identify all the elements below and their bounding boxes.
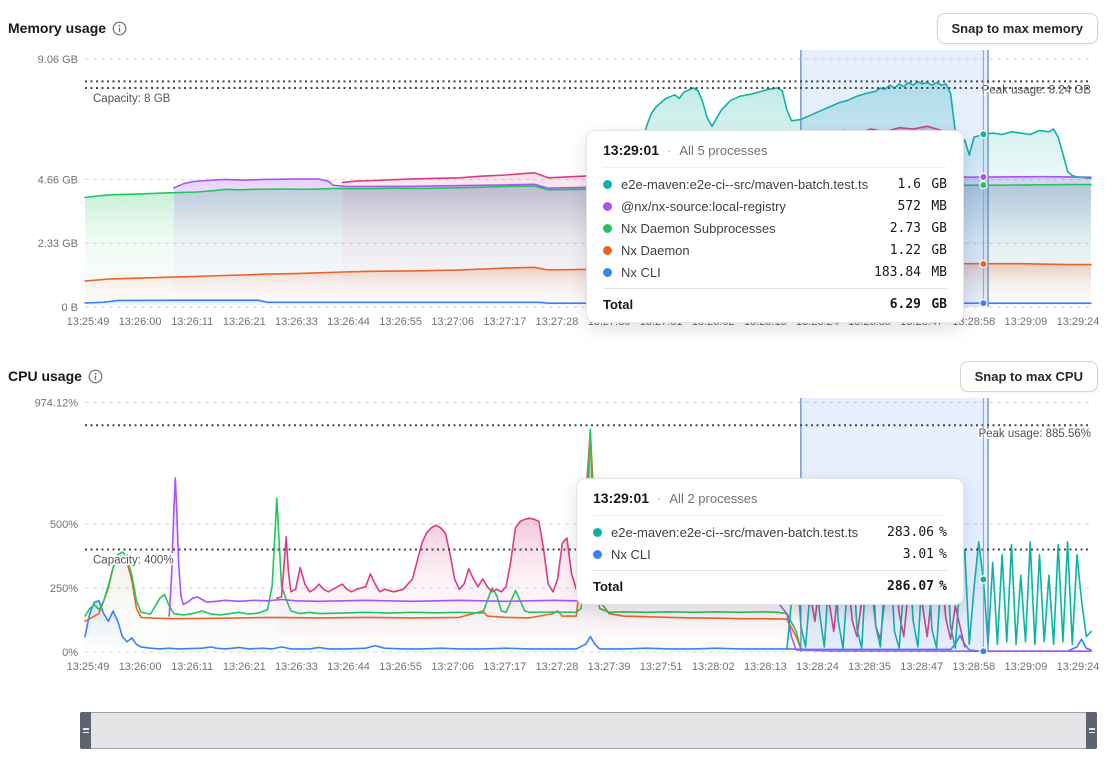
tooltip-row: Nx Daemon 1.22GB bbox=[603, 239, 947, 261]
tooltip-row: @nx/nx-source:local-registry 572MB bbox=[603, 195, 947, 217]
svg-text:13:27:39: 13:27:39 bbox=[588, 661, 631, 673]
svg-text:13:27:17: 13:27:17 bbox=[483, 316, 526, 328]
info-icon[interactable] bbox=[112, 21, 127, 36]
profiler-page: Memory usage Snap to max memory 9.06 GB 4… bbox=[0, 0, 1118, 761]
svg-text:13:26:11: 13:26:11 bbox=[171, 316, 213, 328]
tooltip-row: Nx Daemon Subprocesses 2.73GB bbox=[603, 217, 947, 239]
cpu-tooltip: 13:29:01 · All 2 processes e2e-maven:e2e… bbox=[576, 478, 964, 605]
svg-text:13:25:49: 13:25:49 bbox=[67, 316, 110, 328]
svg-text:13:28:58: 13:28:58 bbox=[952, 661, 995, 673]
svg-text:Capacity: 400%: Capacity: 400% bbox=[93, 555, 174, 567]
svg-text:13:27:28: 13:27:28 bbox=[536, 316, 579, 328]
series-color-dot bbox=[603, 246, 612, 255]
cpu-section-header: CPU usage Snap to max CPU bbox=[8, 358, 1098, 394]
process-name: Nx CLI bbox=[611, 547, 894, 562]
svg-text:13:26:21: 13:26:21 bbox=[223, 661, 266, 673]
process-value: 283.06% bbox=[887, 525, 947, 540]
series-color-dot bbox=[603, 268, 612, 277]
series-color-dot bbox=[593, 550, 602, 559]
svg-text:13:26:33: 13:26:33 bbox=[275, 316, 318, 328]
svg-text:13:26:33: 13:26:33 bbox=[275, 661, 318, 673]
tooltip-process-count: All 2 processes bbox=[669, 491, 757, 506]
svg-text:13:26:11: 13:26:11 bbox=[171, 661, 213, 673]
svg-text:13:27:28: 13:27:28 bbox=[536, 661, 579, 673]
svg-text:4.66 GB: 4.66 GB bbox=[38, 174, 78, 186]
svg-text:13:26:44: 13:26:44 bbox=[327, 316, 370, 328]
svg-text:13:29:09: 13:29:09 bbox=[1004, 661, 1047, 673]
svg-text:250%: 250% bbox=[50, 583, 78, 595]
svg-text:13:28:47: 13:28:47 bbox=[900, 661, 943, 673]
series-color-dot bbox=[603, 180, 612, 189]
tooltip-process-count: All 5 processes bbox=[679, 143, 767, 158]
svg-text:13:28:02: 13:28:02 bbox=[692, 661, 735, 673]
snap-to-max-cpu-button[interactable]: Snap to max CPU bbox=[960, 361, 1098, 392]
memory-section-header: Memory usage Snap to max memory bbox=[8, 10, 1098, 46]
memory-tooltip: 13:29:01 · All 5 processes e2e-maven:e2e… bbox=[586, 130, 964, 323]
svg-text:13:29:24: 13:29:24 bbox=[1057, 661, 1100, 673]
tooltip-row: Nx CLI 183.84MB bbox=[603, 261, 947, 283]
process-value: 572MB bbox=[898, 199, 947, 214]
tooltip-row: e2e-maven:e2e-ci--src/maven-batch.test.t… bbox=[603, 173, 947, 195]
svg-text:2.33 GB: 2.33 GB bbox=[38, 238, 78, 250]
svg-text:13:27:51: 13:27:51 bbox=[640, 661, 683, 673]
tooltip-row: e2e-maven:e2e-ci--src/maven-batch.test.t… bbox=[593, 521, 947, 543]
svg-text:13:27:06: 13:27:06 bbox=[431, 661, 474, 673]
svg-text:Capacity: 8 GB: Capacity: 8 GB bbox=[93, 93, 171, 105]
process-value: 1.22GB bbox=[890, 243, 947, 258]
process-name: e2e-maven:e2e-ci--src/maven-batch.test.t… bbox=[611, 525, 878, 540]
memory-usage-title: Memory usage bbox=[8, 20, 106, 36]
svg-text:974.12%: 974.12% bbox=[35, 398, 79, 410]
svg-text:13:25:49: 13:25:49 bbox=[67, 661, 110, 673]
svg-text:13:27:06: 13:27:06 bbox=[431, 316, 474, 328]
process-value: 1.6GB bbox=[898, 177, 947, 192]
svg-text:13:28:35: 13:28:35 bbox=[848, 661, 891, 673]
tooltip-header: 13:29:01 · All 5 processes bbox=[603, 131, 947, 168]
process-value: 3.01% bbox=[903, 547, 947, 562]
process-name: Nx CLI bbox=[621, 265, 865, 280]
svg-text:500%: 500% bbox=[50, 519, 78, 531]
svg-text:9.06 GB: 9.06 GB bbox=[38, 54, 78, 66]
brush-handle-left[interactable] bbox=[80, 712, 91, 749]
process-name: @nx/nx-source:local-registry bbox=[621, 199, 889, 214]
svg-text:Peak usage: 8.24 GB: Peak usage: 8.24 GB bbox=[982, 84, 1092, 96]
process-name: e2e-maven:e2e-ci--src/maven-batch.test.t… bbox=[621, 177, 889, 192]
tooltip-row: Nx CLI 3.01% bbox=[593, 543, 947, 565]
svg-text:0 B: 0 B bbox=[61, 302, 78, 314]
svg-text:Peak usage: 885.56%: Peak usage: 885.56% bbox=[978, 428, 1091, 440]
tooltip-rows: e2e-maven:e2e-ci--src/maven-batch.test.t… bbox=[603, 168, 947, 285]
process-name: Nx Daemon Subprocesses bbox=[621, 221, 881, 236]
svg-text:13:28:24: 13:28:24 bbox=[796, 661, 839, 673]
tooltip-total-row: Total 286.07% bbox=[593, 570, 947, 604]
snap-to-max-memory-button[interactable]: Snap to max memory bbox=[937, 13, 1099, 44]
process-value: 183.84MB bbox=[874, 265, 947, 280]
timeline-brush[interactable] bbox=[80, 712, 1097, 749]
svg-text:13:28:13: 13:28:13 bbox=[744, 661, 787, 673]
series-color-dot bbox=[593, 528, 602, 537]
tooltip-time: 13:29:01 bbox=[593, 490, 649, 506]
svg-text:13:26:21: 13:26:21 bbox=[223, 316, 266, 328]
process-name: Nx Daemon bbox=[621, 243, 881, 258]
svg-text:13:27:17: 13:27:17 bbox=[483, 661, 526, 673]
svg-text:13:26:44: 13:26:44 bbox=[327, 661, 370, 673]
svg-text:13:26:00: 13:26:00 bbox=[119, 316, 162, 328]
svg-text:13:26:55: 13:26:55 bbox=[379, 661, 422, 673]
series-color-dot bbox=[603, 224, 612, 233]
process-value: 2.73GB bbox=[890, 221, 947, 236]
svg-text:0%: 0% bbox=[62, 647, 78, 659]
tooltip-time: 13:29:01 bbox=[603, 142, 659, 158]
svg-text:13:26:55: 13:26:55 bbox=[379, 316, 422, 328]
svg-text:13:29:09: 13:29:09 bbox=[1004, 316, 1047, 328]
series-color-dot bbox=[603, 202, 612, 211]
tooltip-total-row: Total 6.29GB bbox=[603, 288, 947, 322]
tooltip-rows: e2e-maven:e2e-ci--src/maven-batch.test.t… bbox=[593, 516, 947, 567]
info-icon[interactable] bbox=[88, 369, 103, 384]
tooltip-header: 13:29:01 · All 2 processes bbox=[593, 479, 947, 516]
svg-text:13:26:00: 13:26:00 bbox=[119, 661, 162, 673]
brush-handle-right[interactable] bbox=[1086, 712, 1097, 749]
cpu-usage-title: CPU usage bbox=[8, 368, 82, 384]
svg-text:13:29:24: 13:29:24 bbox=[1057, 316, 1100, 328]
